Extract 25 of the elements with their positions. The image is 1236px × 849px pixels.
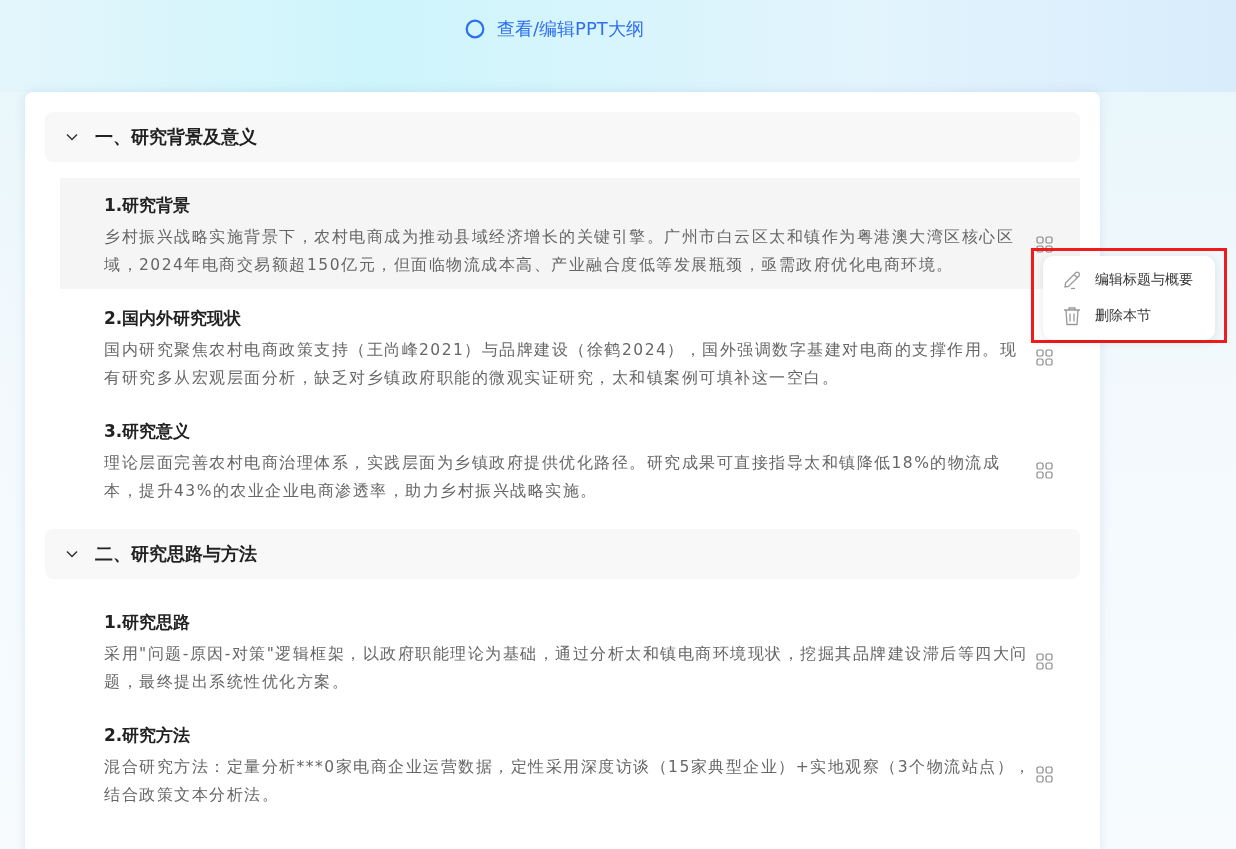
trash-icon bbox=[1061, 305, 1083, 327]
section-header[interactable]: 二、研究思路与方法 bbox=[45, 529, 1080, 579]
section-title: 二、研究思路与方法 bbox=[95, 542, 257, 566]
menu-item[interactable]: 删除本节 bbox=[1043, 298, 1215, 334]
grid-icon[interactable] bbox=[1036, 349, 1053, 366]
item-title: 1.研究思路 bbox=[104, 611, 192, 634]
grid-icon[interactable] bbox=[1036, 236, 1053, 253]
item-summary: 采用"问题-原因-对策"逻辑框架，以政府职能理论为基础，通过分析太和镇电商环境现状，挖掘其品牌建设滞后等四大问题，最终提出系统性优化方案。 bbox=[104, 644, 1029, 693]
item-summary: 国内研究聚焦农村电商政策支持（王尚峰2021）与品牌建设（徐鹤2024），国外强调数字基建对电商的支撑作用。现有研究多从宏观层面分析，缺乏对乡镇政府职能的微观实证研究，太和镇案例可填补这一空白。 bbox=[104, 340, 1019, 389]
item-summary: 乡村振兴战略实施背景下，农村电商成为推动县域经济增长的关键引擎。广州市白云区太和镇作为粤港澳大湾区核心区域，2024年电商交易额超150亿元，但面临物流成本高、产业融合度低等发展瓶颈，亟需政府优化电商环境。 bbox=[104, 227, 1015, 276]
circle-icon bbox=[465, 19, 485, 39]
outline-link[interactable]: 查看/编辑PPT大纲 bbox=[497, 17, 644, 41]
item-summary: 理论层面完善农村电商治理体系，实践层面为乡镇政府提供优化路径。研究成果可直接指导太和镇降低18%的物流成本，提升43%的农业企业电商渗透率，助力乡村振兴战略实施。 bbox=[104, 453, 1002, 502]
pencil-icon bbox=[1061, 269, 1083, 291]
item-title: 3.研究意义 bbox=[104, 420, 192, 443]
item-title: 1.研究背景 bbox=[104, 194, 192, 217]
item-summary: 混合研究方法：定量分析***0家电商企业运营数据，定性采用深度访谈（15家典型企业）+实地观察（3个物流站点），结合政策文本分析法。 bbox=[104, 757, 1033, 806]
grid-icon[interactable] bbox=[1036, 462, 1053, 479]
item-title: 2.国内外研究现状 bbox=[104, 307, 243, 330]
grid-icon[interactable] bbox=[1036, 653, 1053, 670]
section-header[interactable]: 一、研究背景及意义 bbox=[45, 112, 1080, 162]
section-title: 一、研究背景及意义 bbox=[95, 125, 257, 149]
grid-icon[interactable] bbox=[1036, 766, 1053, 783]
item-title: 2.研究方法 bbox=[104, 724, 192, 747]
menu-item[interactable]: 编辑标题与概要 bbox=[1043, 262, 1215, 298]
